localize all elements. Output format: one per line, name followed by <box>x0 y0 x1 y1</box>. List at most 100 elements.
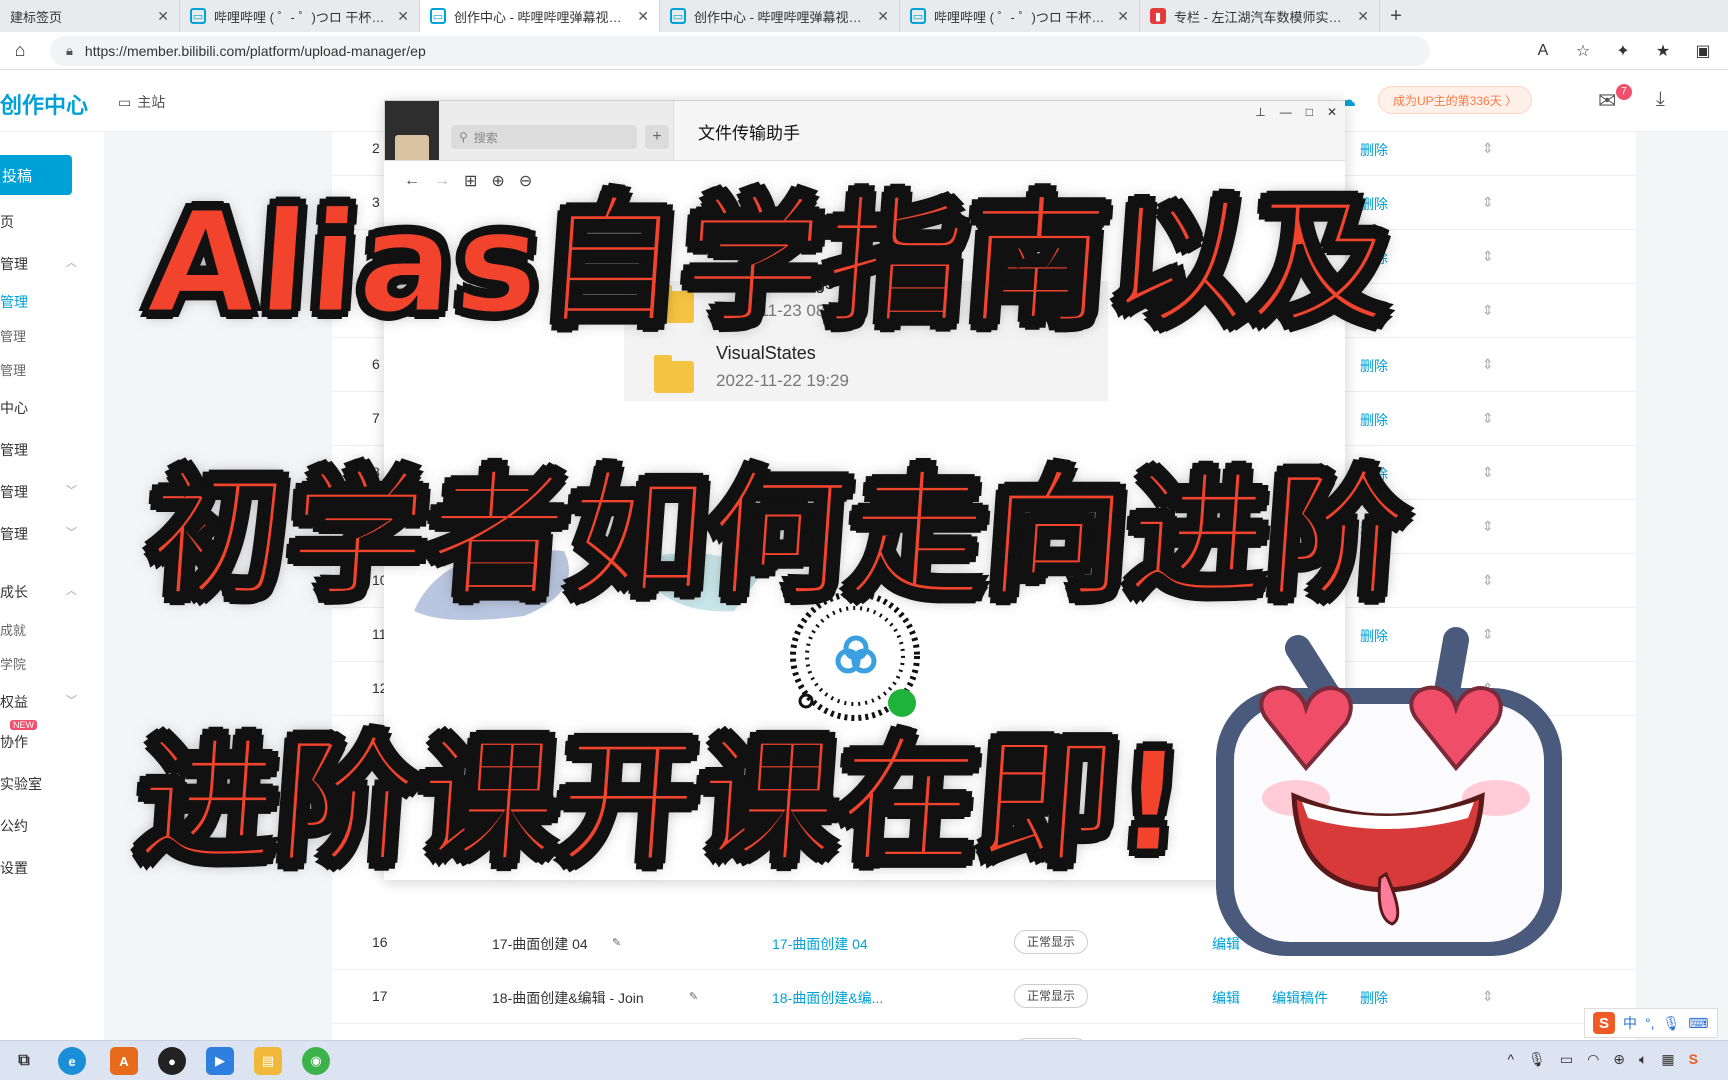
close-icon[interactable]: ✕ <box>637 8 649 25</box>
url-field[interactable]: 🔒︎ https://member.bilibili.com/platform/… <box>50 36 1430 66</box>
tray-sogou-icon[interactable]: S <box>1689 1051 1698 1068</box>
drag-handle-icon[interactable]: ⇕ <box>1482 140 1494 157</box>
sidebar-item[interactable]: 页 <box>0 212 90 232</box>
collections-icon[interactable]: ▣ <box>1688 36 1718 66</box>
tray-mic-icon[interactable]: 🎙︎ <box>1528 1051 1546 1068</box>
browser-tab[interactable]: ▭ 哔哩哔哩 ( ゜- ゜)つロ 干杯~-bilib ✕ <box>900 0 1140 32</box>
ime-tray-icon[interactable]: ⊕ <box>1613 1051 1625 1068</box>
chevron-up-icon[interactable]: ︿ <box>66 254 77 270</box>
sidebar-item[interactable]: 管理 <box>0 360 90 379</box>
drag-handle-icon[interactable]: ⇕ <box>1482 410 1494 427</box>
minimize-icon[interactable]: — <box>1280 105 1292 119</box>
browser-tab[interactable]: ▭ 创作中心 - 哔哩哔哩弹幕视频网 ✕ <box>420 0 660 32</box>
home-icon[interactable]: ⌂ <box>0 40 40 61</box>
mail-icon[interactable]: ✉ <box>1598 88 1616 114</box>
new-tab-button[interactable]: + <box>1380 0 1412 32</box>
sidebar-item-label: 公约 <box>0 818 28 834</box>
delete-button[interactable]: 删除 <box>1360 988 1388 1008</box>
drag-handle-icon[interactable]: ⇕ <box>1482 302 1494 319</box>
drag-handle-icon[interactable]: ⇕ <box>1482 464 1494 481</box>
ime-toolbar[interactable]: S 中 °, 🎙︎ ⌨ <box>1584 1008 1718 1038</box>
edge-browser-icon[interactable]: e <box>58 1047 86 1075</box>
extensions-icon[interactable]: ✦ <box>1608 36 1638 66</box>
media-app-icon[interactable]: ▶ <box>206 1047 234 1075</box>
sidebar-item[interactable]: 学院 <box>0 654 90 673</box>
close-icon[interactable]: ✕ <box>1357 8 1369 25</box>
sidebar-item[interactable]: 设置 <box>0 858 90 878</box>
battery-icon[interactable]: ▭ <box>1560 1051 1573 1068</box>
volume-icon[interactable]: 🔈︎ <box>1639 1051 1647 1068</box>
mail-count-badge: 7 <box>1616 84 1632 100</box>
tv-icon: ▭ <box>118 93 132 110</box>
drag-handle-icon[interactable]: ⇕ <box>1482 248 1494 265</box>
chat-search-input[interactable]: ⚲ 搜索 <box>451 125 637 149</box>
sidebar-item[interactable]: 权益 ﹀ <box>0 692 90 712</box>
task-view-icon[interactable]: ⧉ <box>10 1047 38 1075</box>
headline-line-3: 进阶课开课在即! <box>132 721 1191 885</box>
episode-link[interactable]: 18-曲面创建&编... <box>772 988 883 1008</box>
file-explorer-icon[interactable]: ▤ <box>254 1047 282 1075</box>
sidebar-item[interactable]: 管理 ︿ <box>0 254 90 274</box>
browser-tab[interactable]: ▭ 哔哩哔哩 ( ゜- ゜)つロ 干杯~-bilib ✕ <box>180 0 420 32</box>
drag-handle-icon[interactable]: ⇕ <box>1482 988 1494 1005</box>
up-days-badge[interactable]: 成为UP主的第336天 〉 <box>1378 86 1533 114</box>
download-icon[interactable]: ⤓ <box>1656 88 1665 111</box>
browser-tab[interactable]: ▭ 创作中心 - 哔哩哔哩弹幕视频网 ✕ <box>660 0 900 32</box>
pencil-icon[interactable]: ✎ <box>612 936 621 949</box>
close-icon[interactable]: ✕ <box>157 8 169 25</box>
status-badge: 正常显示 <box>1014 930 1089 954</box>
chevron-up-icon[interactable]: ︿ <box>66 582 77 598</box>
sidebar-item[interactable]: 管理 <box>0 292 90 312</box>
favorites-icon[interactable]: ★ <box>1648 36 1678 66</box>
pin-icon[interactable]: ⊥ <box>1255 105 1265 119</box>
drag-handle-icon[interactable]: ⇕ <box>1482 356 1494 373</box>
delete-button[interactable]: 删除 <box>1360 356 1388 376</box>
sidebar-item[interactable]: 管理 <box>0 326 90 345</box>
browser-tab[interactable]: ▮ 专栏 - 左江湖汽车数模师实训基地 ✕ <box>1140 0 1380 32</box>
edit-manuscript-button[interactable]: 编辑稿件 <box>1272 988 1328 1008</box>
chevron-down-icon[interactable]: ﹀ <box>66 524 77 540</box>
add-chat-button[interactable]: + <box>645 125 669 149</box>
browser-tab[interactable]: 建标签页 ✕ <box>0 0 180 32</box>
maximize-icon[interactable]: □ <box>1306 105 1313 119</box>
sidebar-item[interactable]: 实验室 <box>0 774 90 794</box>
sidebar-item[interactable]: 协作 <box>0 732 90 752</box>
drag-handle-icon[interactable]: ⇕ <box>1482 518 1494 535</box>
row-number: 6 <box>372 356 380 372</box>
record-icon[interactable]: ● <box>158 1047 186 1075</box>
tray-layout-icon[interactable]: ▦ <box>1661 1051 1674 1068</box>
submit-button[interactable]: 投稿 <box>0 155 72 195</box>
folder-icon[interactable] <box>654 355 694 393</box>
punctuation-icon[interactable]: °, <box>1645 1015 1655 1031</box>
tray-chevron-icon[interactable]: ^ <box>1507 1051 1514 1068</box>
sidebar-item[interactable]: 管理 <box>0 440 90 460</box>
sidebar-item[interactable]: 成长 ︿ <box>0 582 90 602</box>
sidebar-item[interactable]: 成就 <box>0 620 90 639</box>
wifi-icon[interactable]: ◠ <box>1587 1051 1599 1068</box>
read-aloud-icon[interactable]: A <box>1528 36 1558 66</box>
favorite-add-icon[interactable]: ☆ <box>1568 36 1598 66</box>
wechat-icon[interactable]: ◉ <box>302 1047 330 1075</box>
close-icon[interactable]: ✕ <box>1327 105 1337 119</box>
close-icon[interactable]: ✕ <box>1117 8 1129 25</box>
close-icon[interactable]: ✕ <box>397 8 409 25</box>
home-link[interactable]: ▭ 主站 <box>118 92 165 112</box>
ime-mode[interactable]: 中 <box>1623 1013 1637 1033</box>
autodesk-alias-icon[interactable]: A <box>110 1047 138 1075</box>
edit-button[interactable]: 编辑 <box>1212 988 1240 1008</box>
microphone-icon[interactable]: 🎙︎ <box>1663 1015 1681 1032</box>
brand-title[interactable]: 创作中心 <box>0 88 88 120</box>
keyboard-icon[interactable]: ⌨ <box>1688 1015 1708 1032</box>
chevron-down-icon[interactable]: ﹀ <box>66 692 77 708</box>
drag-handle-icon[interactable]: ⇕ <box>1482 194 1494 211</box>
status-badge: 正常显示 <box>1014 984 1089 1008</box>
episode-link[interactable]: 17-曲面创建 04 <box>772 934 868 954</box>
pencil-icon[interactable]: ✎ <box>689 990 698 1003</box>
sidebar-item[interactable]: 公约 <box>0 816 90 836</box>
drag-handle-icon[interactable]: ⇕ <box>1482 572 1494 589</box>
sidebar-item[interactable]: 中心 <box>0 398 90 418</box>
sidebar-item[interactable]: 管理 ﹀ <box>0 482 90 502</box>
chevron-down-icon[interactable]: ﹀ <box>66 482 77 498</box>
sidebar-item[interactable]: 管理 ﹀ <box>0 524 90 544</box>
close-icon[interactable]: ✕ <box>877 8 889 25</box>
